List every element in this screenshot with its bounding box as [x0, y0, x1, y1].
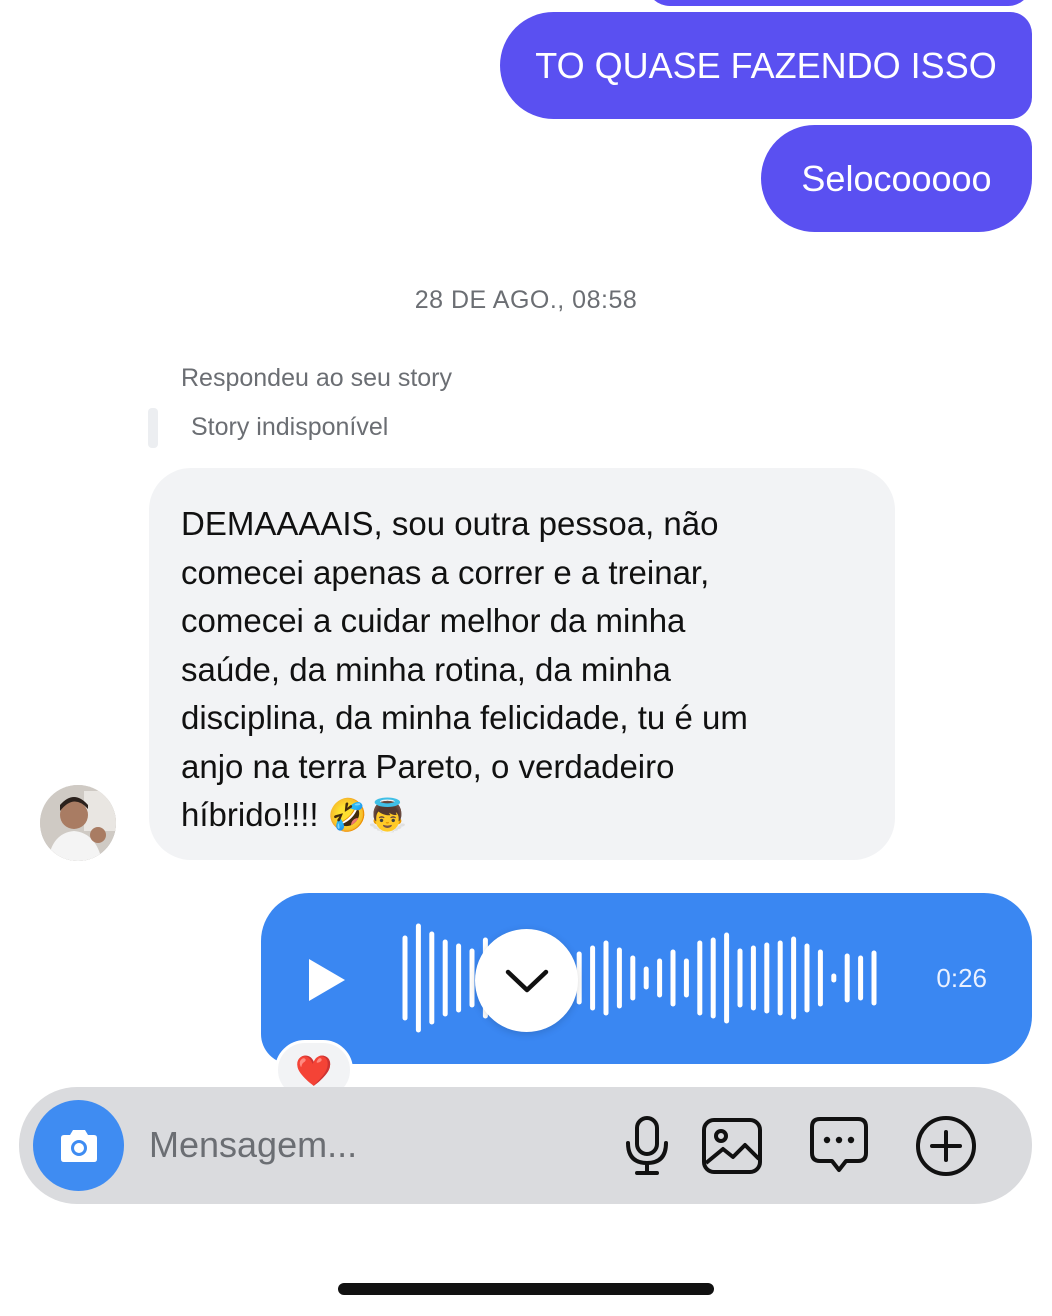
home-indicator [338, 1283, 714, 1295]
story-reply-label: Respondeu ao seu story [181, 364, 453, 392]
message-input[interactable] [149, 1118, 589, 1172]
story-reply-bar [148, 408, 158, 448]
avatar[interactable] [40, 785, 116, 861]
sticker-button[interactable] [805, 1112, 873, 1180]
message-line: comecei apenas a correr e a treinar, [181, 553, 710, 591]
previous-message-bubble [646, 0, 1032, 6]
chevron-down-icon [505, 969, 548, 992]
sent-message-text: TO QUASE FAZENDO ISSO [535, 44, 997, 86]
message-line-last: híbrido!!!! 🤣👼 [181, 791, 865, 840]
message-line: comecei a cuidar melhor da minha [181, 602, 686, 639]
heart-icon: ❤️ [295, 1055, 333, 1088]
received-message[interactable]: DEMAAAAIS, sou outra pessoa, não comecei… [149, 468, 895, 860]
plus-circle-icon [916, 1116, 976, 1176]
sent-message[interactable]: TO QUASE FAZENDO ISSO [500, 12, 1032, 119]
story-unavailable-text: Story indisponível [191, 413, 389, 441]
camera-icon [60, 1129, 97, 1162]
message-emojis: 🤣👼 [327, 797, 408, 833]
message-timestamp: 28 DE AGO., 08:58 [414, 286, 638, 314]
image-icon [702, 1118, 762, 1174]
message-line: saúde, da minha rotina, da minha [181, 650, 671, 688]
message-line: híbrido!!!! [181, 796, 319, 833]
microphone-button[interactable] [613, 1112, 681, 1180]
sent-message-text: Selocooooo [801, 157, 992, 199]
chat-bubble-icon [810, 1117, 868, 1172]
camera-button[interactable] [33, 1100, 124, 1191]
message-line: disciplina, da minha felicidade, tu é um [181, 699, 748, 736]
voice-duration: 0:26 [936, 963, 987, 993]
message-line: anjo na terra Pareto, o verdadeiro [181, 747, 675, 785]
scroll-to-bottom-button[interactable] [475, 929, 578, 1032]
message-composer [19, 1087, 1032, 1204]
play-icon[interactable] [309, 959, 345, 1001]
microphone-icon [626, 1116, 668, 1175]
gallery-button[interactable] [698, 1112, 766, 1180]
message-line: DEMAAAAIS, sou outra pessoa, não [181, 505, 719, 542]
add-button[interactable] [912, 1112, 980, 1180]
voice-message[interactable]: 0:26 [261, 893, 1032, 1064]
sent-message[interactable]: Selocooooo [761, 125, 1032, 232]
audio-waveform[interactable] [389, 893, 889, 1064]
